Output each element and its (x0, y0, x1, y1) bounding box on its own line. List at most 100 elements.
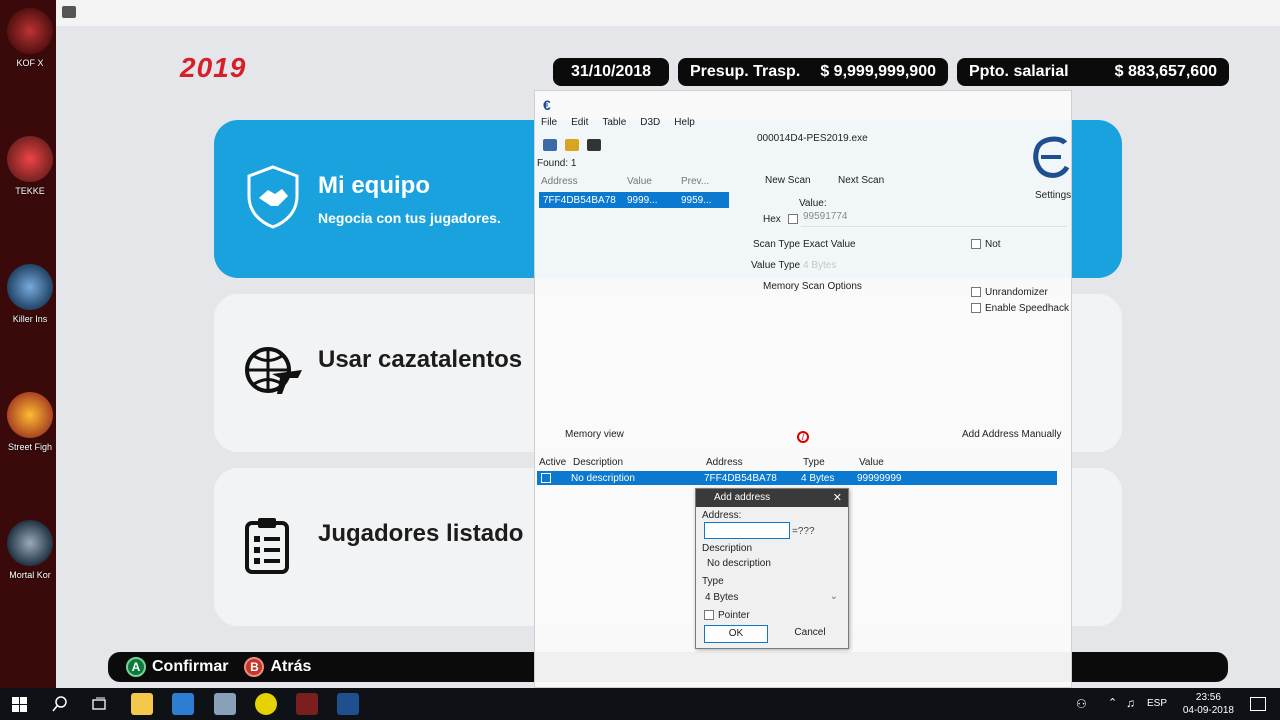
back-hint[interactable]: Atrás (270, 658, 311, 676)
confirm-hint[interactable]: Confirmar (152, 658, 228, 676)
taskbar: ⚇ ⌃ ♫ ESP 23:56 04-09-2018 (0, 688, 1280, 720)
address-table-header: Active Description Address Type Value (539, 457, 1059, 468)
clock[interactable]: 23:56 04-09-2018 (1183, 691, 1234, 717)
next-scan-button[interactable]: Next Scan (838, 175, 884, 186)
scan-type-select[interactable]: Exact Value (803, 239, 856, 250)
value-type-select[interactable]: 4 Bytes (803, 260, 836, 271)
results-col-prev[interactable]: Prev... (681, 176, 729, 187)
menu-table[interactable]: Table (602, 117, 626, 128)
scan-value-input[interactable]: 99591774 (801, 211, 1067, 227)
current-date-badge: 31/10/2018 (553, 58, 669, 86)
salary-budget-label: Ppto. salarial (969, 63, 1069, 80)
close-icon[interactable]: ✕ (833, 491, 842, 504)
game-titlebar (56, 0, 1280, 26)
cheat-engine-app-icon: € (543, 97, 551, 113)
memory-view-button[interactable]: Memory view (565, 429, 624, 440)
desktop-shortcut-kof[interactable]: KOF X (4, 8, 56, 68)
results-col-value[interactable]: Value (627, 176, 681, 187)
desktop-shortcut-label: TEKKE (15, 186, 45, 196)
stop-icon[interactable]: / (797, 431, 809, 443)
menu-card-title: Jugadores listado (318, 520, 524, 547)
cancel-button[interactable]: Cancel (780, 625, 840, 643)
file-explorer-icon[interactable] (131, 693, 153, 715)
results-col-address[interactable]: Address (541, 176, 627, 187)
not-checkbox[interactable] (971, 239, 981, 250)
desktop-shortcut-label: Street Figh (7, 442, 53, 452)
kof-game-icon (7, 8, 53, 54)
table-col-description[interactable]: Description (573, 457, 706, 468)
cheat-engine-taskbar-icon[interactable] (337, 693, 359, 715)
mail-icon[interactable] (214, 693, 236, 715)
menu-d3d[interactable]: D3D (640, 117, 660, 128)
speedhack-row[interactable]: Enable Speedhack (971, 303, 1069, 314)
cheat-engine-logo-icon[interactable] (1031, 135, 1071, 187)
table-col-address[interactable]: Address (706, 457, 803, 468)
game-app-icon (62, 6, 76, 18)
windows-start-icon[interactable] (12, 697, 27, 712)
not-checkbox-row[interactable]: Not (971, 239, 1001, 250)
killer-instinct-game-icon (7, 264, 53, 310)
open-file-icon[interactable] (565, 139, 579, 151)
menu-help[interactable]: Help (674, 117, 695, 128)
table-col-type[interactable]: Type (803, 457, 859, 468)
description-input[interactable]: No description (707, 558, 771, 569)
desktop-shortcut-tekken[interactable]: TEKKE (4, 136, 56, 196)
table-row-description: No description (571, 472, 635, 484)
shield-handshake-icon (247, 165, 299, 229)
memory-scan-options-label: Memory Scan Options (763, 281, 862, 292)
dialog-titlebar[interactable]: Add address (696, 489, 848, 507)
chevron-up-icon[interactable]: ⌃ (1108, 696, 1117, 709)
pointer-checkbox[interactable] (704, 610, 714, 621)
app-yellow-icon[interactable] (255, 693, 277, 715)
volume-icon[interactable]: ♫ (1126, 696, 1135, 710)
attached-process: 000014D4-PES2019.exe (757, 133, 868, 144)
address-input[interactable] (704, 522, 790, 539)
menu-file[interactable]: File (541, 117, 557, 128)
task-view-icon[interactable] (91, 696, 107, 712)
result-prev: 9959... (681, 194, 712, 206)
type-select[interactable]: 4 Bytes (705, 592, 841, 603)
desktop-shortcut-mortal-kombat[interactable]: Mortal Kor (4, 520, 56, 580)
result-value: 9999... (627, 194, 658, 206)
table-col-value[interactable]: Value (859, 457, 884, 468)
ok-button[interactable]: OK (704, 625, 768, 643)
pes-game-icon[interactable] (296, 693, 318, 715)
save-icon[interactable] (587, 139, 601, 151)
notification-icon[interactable] (1250, 697, 1266, 711)
store-icon[interactable] (172, 693, 194, 715)
ce-toolbar (543, 139, 601, 151)
speedhack-checkbox[interactable] (971, 303, 981, 314)
tekken-game-icon (7, 136, 53, 182)
address-label: Address: (702, 510, 742, 521)
search-icon[interactable] (52, 696, 68, 712)
people-icon[interactable]: ⚇ (1076, 697, 1087, 711)
desktop-shortcut-street-fighter[interactable]: Street Figh (4, 392, 56, 452)
table-row-active-checkbox[interactable] (537, 472, 569, 484)
transfer-budget-label: Presup. Trasp. (690, 63, 801, 80)
clock-date: 04-09-2018 (1182, 705, 1234, 716)
chevron-down-icon[interactable]: ⌄ (830, 591, 838, 602)
hex-checkbox[interactable] (787, 214, 798, 225)
menu-edit[interactable]: Edit (571, 117, 588, 128)
dialog-title: Add address (714, 492, 771, 503)
hex-checkbox-row[interactable]: Hex (763, 214, 802, 225)
found-count: Found: 1 (537, 158, 577, 169)
unrandomizer-row[interactable]: Unrandomizer (971, 287, 1048, 298)
clipboard-list-icon (245, 518, 289, 574)
language-indicator[interactable]: ESP (1147, 698, 1167, 709)
add-address-manually-button[interactable]: Add Address Manually (962, 429, 1062, 440)
unrandomizer-checkbox[interactable] (971, 287, 981, 298)
new-scan-button[interactable]: New Scan (765, 175, 811, 186)
open-process-icon[interactable] (543, 139, 557, 151)
results-row[interactable]: 7FF4DB54BA78 9999... 9959... (539, 192, 729, 208)
menu-card-title: Mi equipo (318, 172, 430, 199)
season-year: 2019 (180, 52, 247, 83)
value-type-label: Value Type (751, 260, 801, 271)
address-table-row[interactable]: No description 7FF4DB54BA78 4 Bytes 9999… (537, 471, 1057, 485)
menu-card-subtitle: Negocia con tus jugadores. (318, 210, 501, 226)
settings-link[interactable]: Settings (1035, 190, 1071, 201)
hex-label: Hex (763, 214, 781, 225)
table-col-active[interactable]: Active (539, 457, 573, 468)
pointer-checkbox-row[interactable]: Pointer (704, 610, 750, 621)
desktop-shortcut-killer-instinct[interactable]: Killer Ins (4, 264, 56, 324)
